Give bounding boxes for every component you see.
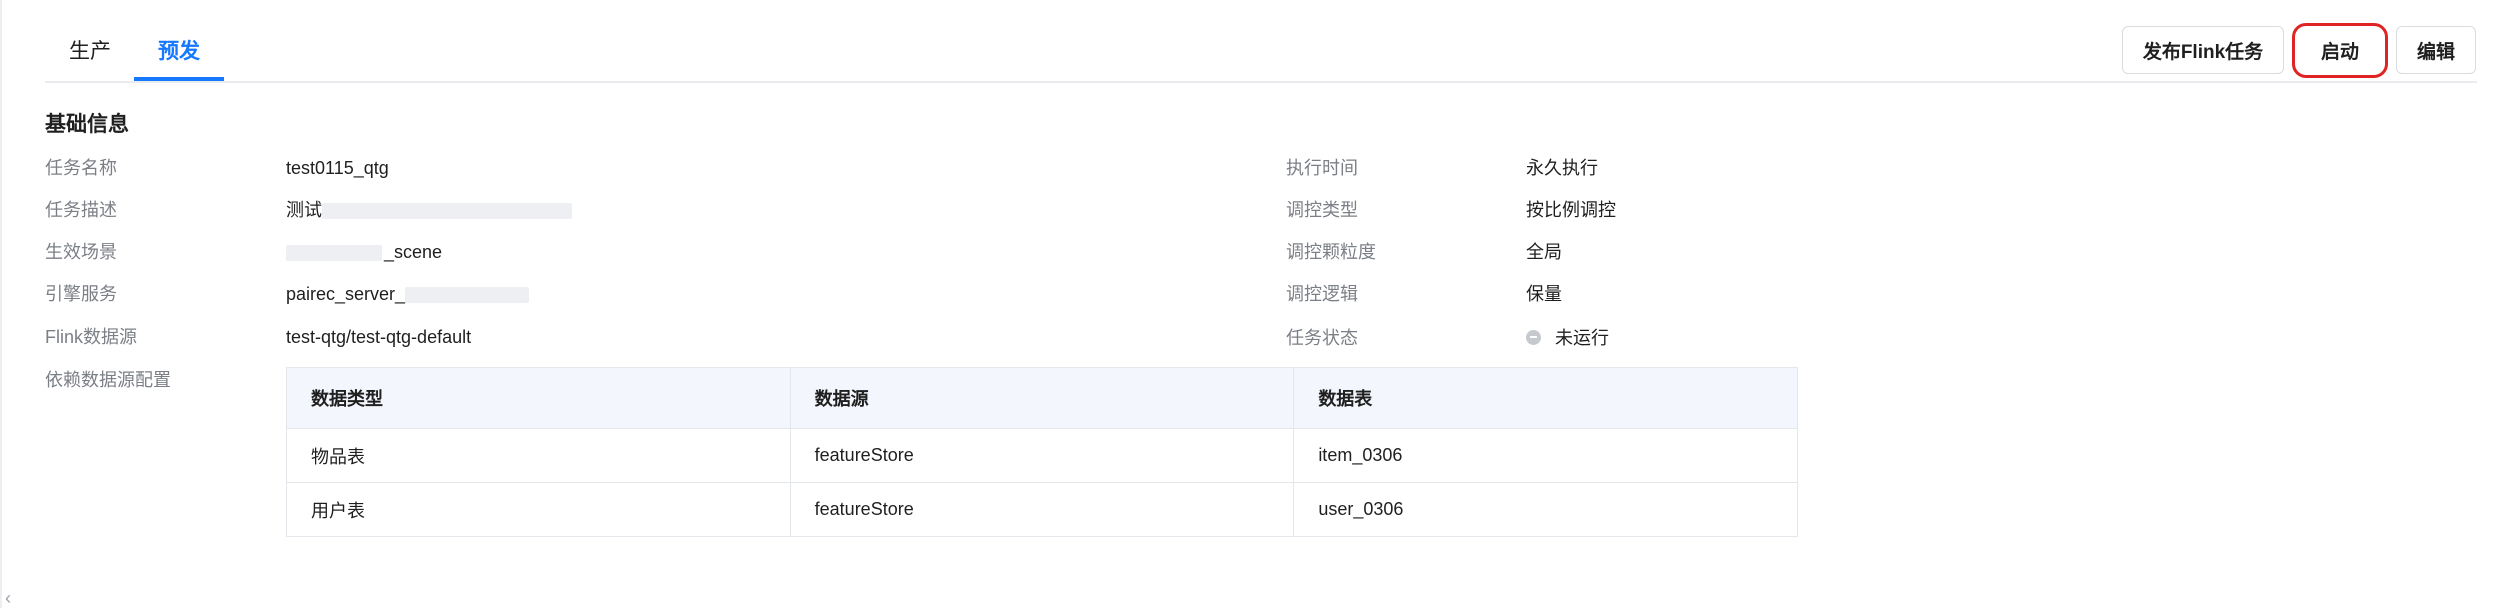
start-button[interactable]: 启动: [2292, 23, 2388, 78]
label-dependent-sources: 依赖数据源配置: [45, 370, 171, 390]
table-cell: featureStore: [789, 428, 1295, 483]
column-header: 数据表: [1293, 367, 1798, 429]
publish-flink-task-button[interactable]: 发布Flink任务: [2122, 26, 2284, 74]
redacted-text: [405, 287, 530, 304]
sidebar-edge: [0, 0, 2, 608]
table-row: 物品表 featureStore item_0306: [286, 428, 1798, 483]
value-task-name: test0115_qtg: [286, 158, 389, 178]
label-task-name: 任务名称: [45, 158, 117, 178]
value-control-type: 按比例调控: [1526, 200, 1616, 220]
column-header: 数据类型: [286, 367, 791, 429]
table-cell: 用户表: [286, 482, 791, 537]
label-task-status: 任务状态: [1286, 328, 1358, 348]
chevron-left-icon[interactable]: ‹: [5, 588, 19, 608]
table-cell: 物品表: [286, 428, 791, 483]
value-flink-source: test-qtg/test-qtg-default: [286, 327, 472, 347]
env-tabs: 生产 预发: [45, 0, 2477, 83]
label-exec-time: 执行时间: [1286, 158, 1358, 178]
label-control-type: 调控类型: [1286, 200, 1358, 220]
section-title: 基础信息: [45, 113, 129, 136]
table-cell: user_0306: [1293, 482, 1798, 537]
stopped-status-icon: [1526, 329, 1541, 345]
value-control-logic: 保量: [1526, 284, 1562, 304]
table-header-row: 数据类型 数据源 数据表: [286, 367, 1798, 429]
tab-preview[interactable]: 预发: [158, 38, 200, 66]
edit-button[interactable]: 编辑: [2396, 26, 2476, 74]
active-tab-indicator: [134, 77, 224, 81]
label-scene: 生效场景: [45, 242, 117, 262]
label-flink-source: Flink数据源: [45, 327, 138, 347]
table-cell: item_0306: [1293, 428, 1798, 483]
label-granularity: 调控颗粒度: [1286, 242, 1376, 262]
value-scene: _scene: [286, 240, 442, 264]
value-engine-service: pairec_server_: [286, 282, 530, 306]
table-cell: featureStore: [789, 482, 1295, 537]
redacted-text: [286, 245, 382, 262]
value-exec-time: 永久执行: [1526, 158, 1598, 178]
datasource-table: 数据类型 数据源 数据表 物品表 featureStore item_0306 …: [286, 367, 1798, 537]
value-granularity: 全局: [1526, 242, 1562, 262]
label-task-desc: 任务描述: [45, 200, 117, 220]
tab-production[interactable]: 生产: [69, 38, 111, 66]
label-control-logic: 调控逻辑: [1286, 284, 1358, 304]
value-task-status: 未运行: [1526, 326, 1609, 350]
redacted-text: [322, 203, 572, 220]
label-engine-service: 引擎服务: [45, 284, 117, 304]
value-task-desc: 测试: [286, 198, 572, 222]
table-row: 用户表 featureStore user_0306: [286, 482, 1798, 537]
column-header: 数据源: [789, 367, 1295, 429]
